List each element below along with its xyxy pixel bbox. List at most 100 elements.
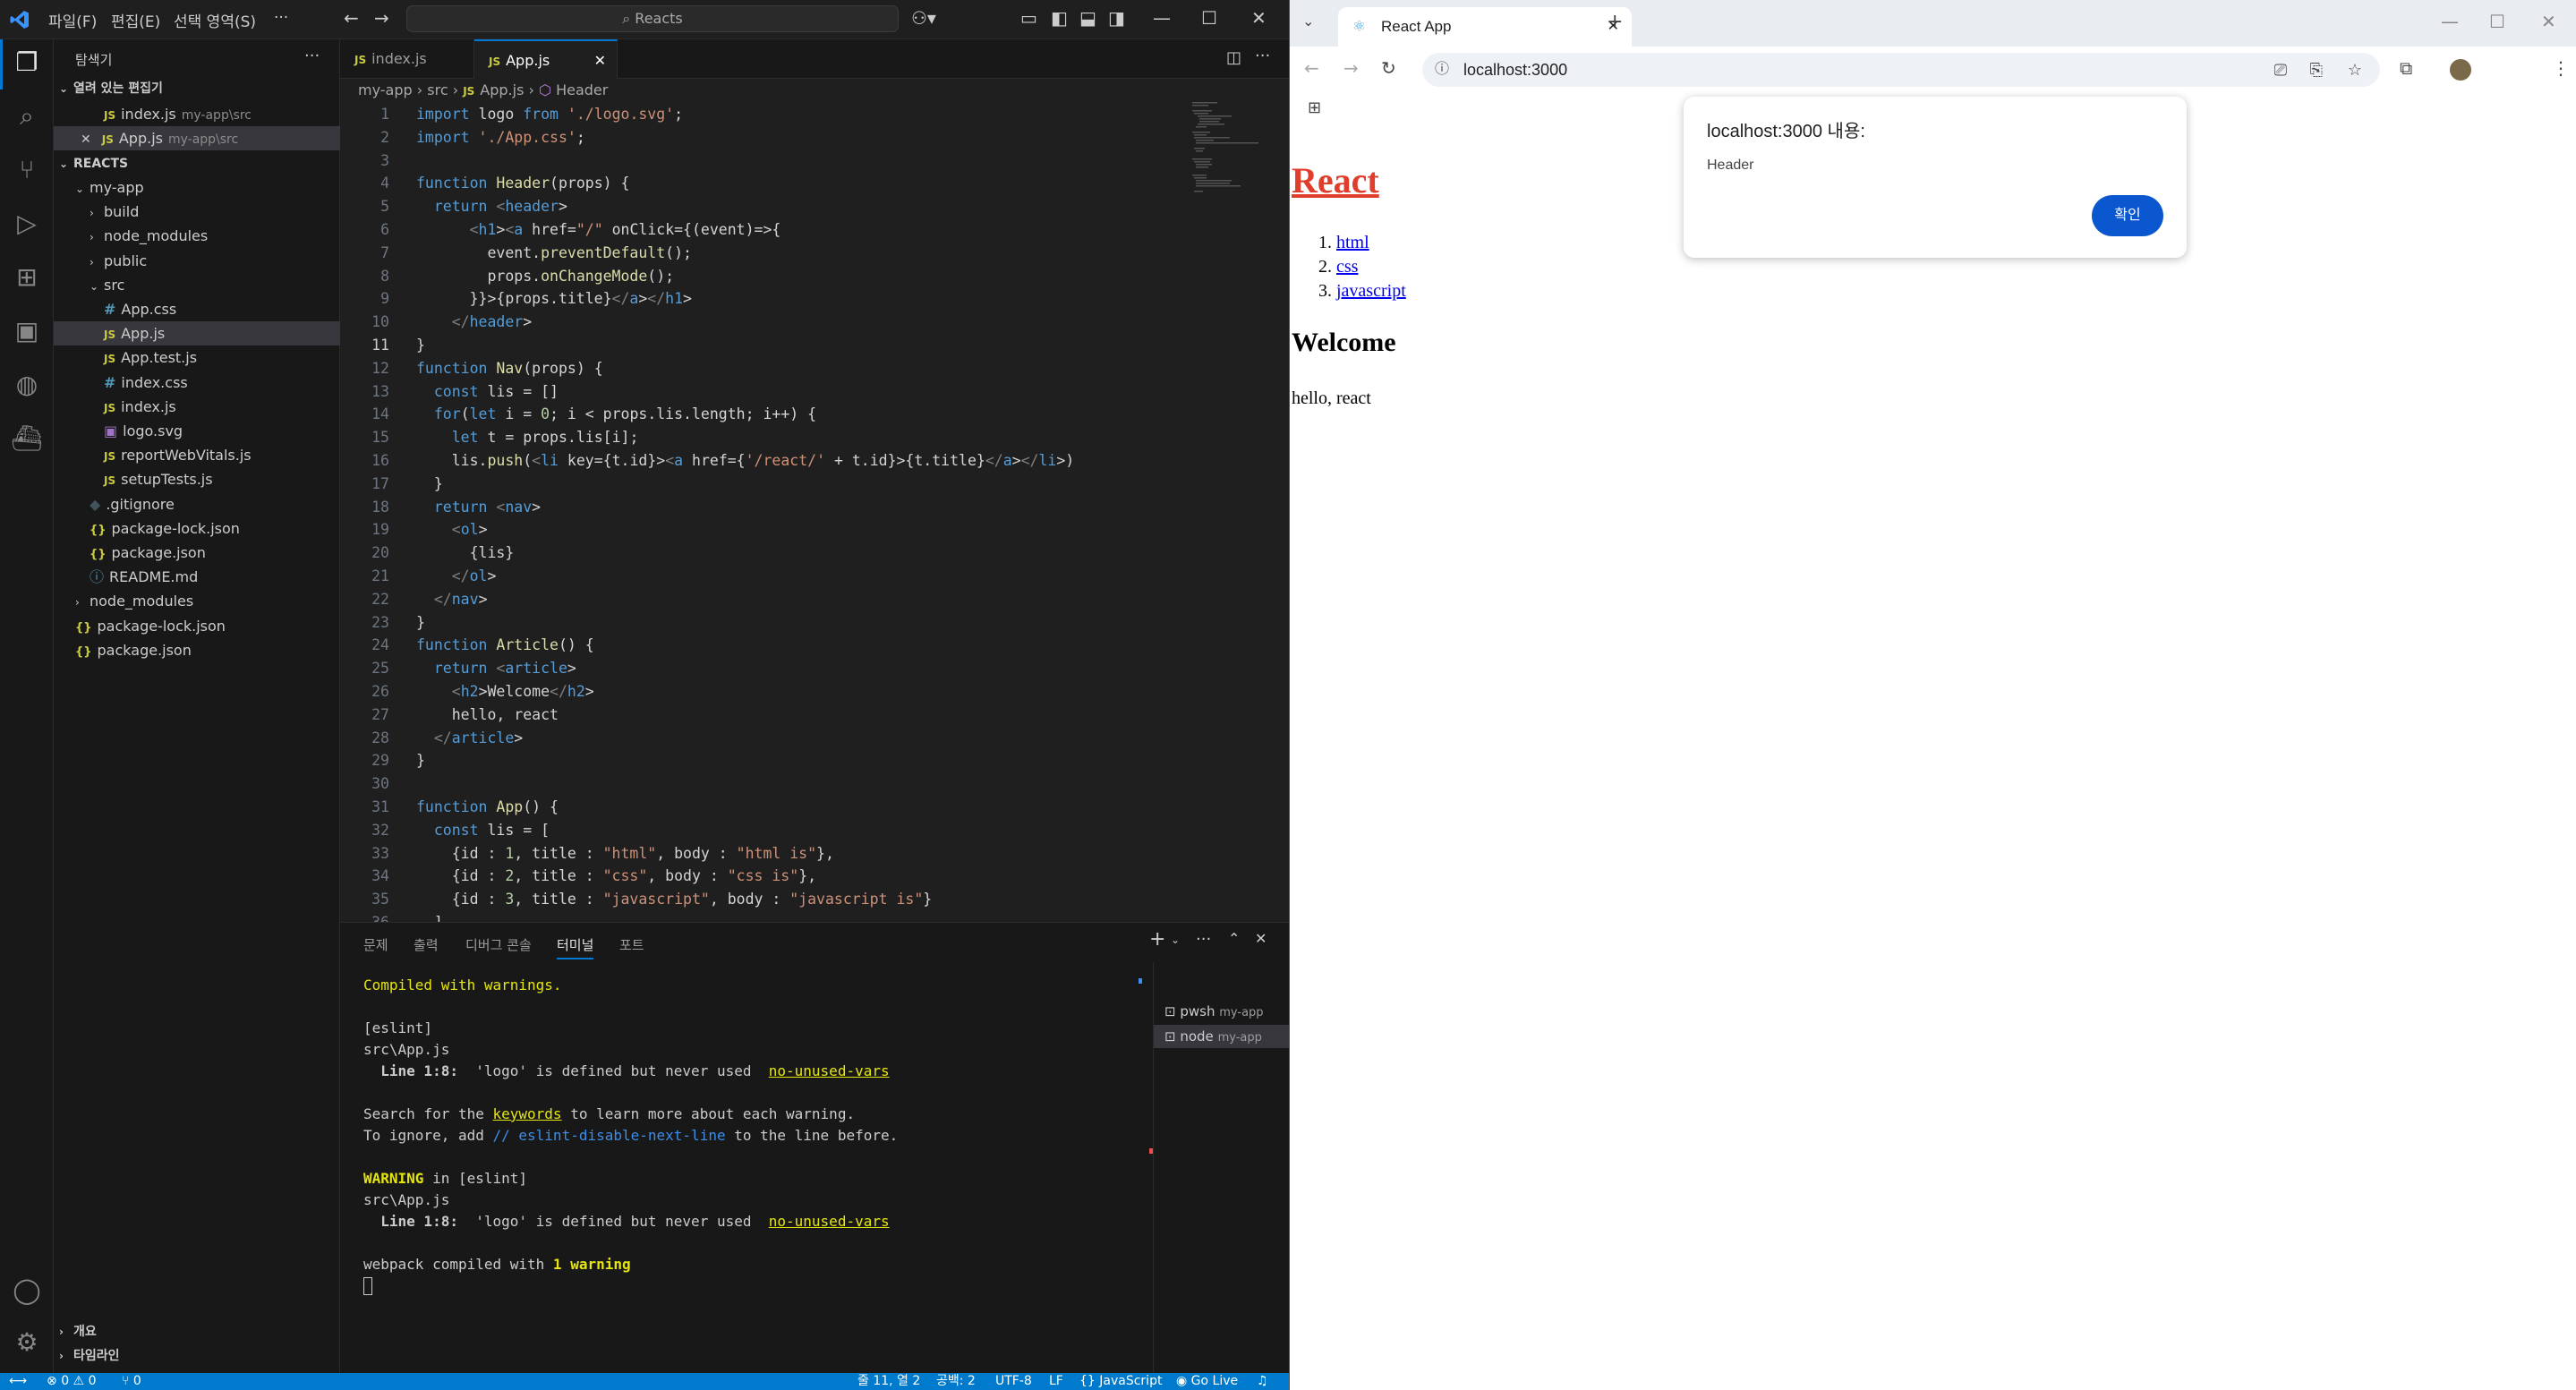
- nav-link-javascript[interactable]: javascript: [1336, 281, 1406, 301]
- line-ending[interactable]: LF: [1049, 1373, 1063, 1390]
- extensions-icon[interactable]: ⧉: [2400, 57, 2412, 79]
- account-icon[interactable]: ◯: [9, 1273, 45, 1309]
- new-tab-icon[interactable]: +: [1607, 11, 1623, 33]
- ok-button[interactable]: 확인: [2092, 195, 2163, 236]
- code-editor[interactable]: 1 import logo from './logo.svg'; 2 import '…: [340, 102, 1289, 922]
- breadcrumb-item[interactable]: src: [427, 81, 448, 98]
- tab-search-icon[interactable]: ⌄: [1302, 13, 1314, 30]
- nav-link-html[interactable]: html: [1336, 233, 1369, 252]
- new-terminal-icon[interactable]: +: [1149, 928, 1165, 951]
- problems-status[interactable]: ⊗ 0 ⚠ 0: [47, 1373, 96, 1390]
- breadcrumb-item[interactable]: Header: [556, 81, 608, 98]
- toggle-secondary-sidebar-icon[interactable]: ◨: [1108, 7, 1125, 29]
- timeline-header[interactable]: › 타임라인: [54, 1344, 340, 1369]
- copilot-icon[interactable]: ⚇▾: [911, 7, 936, 29]
- minimize-icon[interactable]: —: [2441, 11, 2459, 32]
- install-app-icon[interactable]: ⎚: [2274, 53, 2287, 87]
- chevron-down-icon[interactable]: ⌄: [1171, 934, 1180, 946]
- tree-item[interactable]: {} package-lock.json: [54, 614, 340, 638]
- terminal-item[interactable]: ⊡ node my-app: [1154, 1025, 1289, 1048]
- chrome-menu-icon[interactable]: ⋮: [2552, 57, 2570, 79]
- tab-ports[interactable]: 포트: [619, 935, 644, 954]
- tree-item[interactable]: {} package.json: [54, 541, 340, 565]
- tree-item[interactable]: # App.css: [54, 297, 340, 321]
- forward-arrow-icon[interactable]: →: [1343, 57, 1359, 79]
- tree-item[interactable]: JS reportWebVitals.js: [54, 443, 340, 467]
- maximize-panel-icon[interactable]: ⌃: [1228, 930, 1240, 947]
- forward-arrow-icon[interactable]: →: [374, 7, 389, 29]
- extensions-icon[interactable]: ⊞: [9, 260, 45, 295]
- minimap[interactable]: [1190, 100, 1262, 199]
- browser-tab[interactable]: ⚛ React App ✕: [1338, 7, 1632, 47]
- tree-item[interactable]: ◆ .gitignore: [54, 492, 340, 516]
- close-window-icon[interactable]: ✕: [1251, 7, 1267, 29]
- source-control-icon[interactable]: ⑂: [9, 152, 45, 188]
- cursor-position[interactable]: 줄 11, 열 2: [857, 1373, 920, 1390]
- go-live[interactable]: ◉ Go Live: [1176, 1373, 1238, 1390]
- translate-icon[interactable]: ⎘: [2310, 53, 2323, 87]
- tree-item[interactable]: ⌄ my-app: [54, 175, 340, 200]
- avatar[interactable]: [2450, 59, 2471, 81]
- tree-item[interactable]: JS App.test.js: [54, 345, 340, 370]
- tab-problems[interactable]: 문제: [363, 935, 388, 954]
- tree-item[interactable]: › public: [54, 249, 340, 273]
- ports-status[interactable]: ⑂ 0: [122, 1373, 141, 1390]
- reload-icon[interactable]: ↻: [1381, 57, 1396, 79]
- tree-item[interactable]: › node_modules: [54, 224, 340, 248]
- tree-item[interactable]: ⌄ src: [54, 273, 340, 297]
- breadcrumb-item[interactable]: my-app: [358, 81, 413, 98]
- tree-item[interactable]: ▣ logo.svg: [54, 419, 340, 443]
- open-editor-item[interactable]: ✕ JS App.js my-app\src: [54, 126, 340, 150]
- tree-item[interactable]: # index.css: [54, 371, 340, 395]
- notifications-bell-icon[interactable]: ♫: [1257, 1373, 1268, 1390]
- indentation[interactable]: 공백: 2: [936, 1373, 976, 1390]
- split-editor-icon[interactable]: ◫: [1226, 48, 1241, 67]
- tree-item[interactable]: › build: [54, 200, 340, 224]
- command-center[interactable]: ⌕ Reacts: [406, 5, 899, 32]
- explorer-icon[interactable]: ❐: [9, 45, 45, 81]
- bookmark-star-icon[interactable]: ☆: [2348, 53, 2362, 87]
- open-editor-item[interactable]: JS index.js my-app\src: [54, 102, 340, 126]
- tree-item[interactable]: JS setupTests.js: [54, 467, 340, 491]
- tab-terminal[interactable]: 터미널: [557, 935, 594, 959]
- remote-icon[interactable]: ⟷: [9, 1373, 27, 1390]
- menu-edit[interactable]: 편집(E): [111, 9, 160, 31]
- close-tab-icon[interactable]: ✕: [594, 41, 606, 81]
- close-panel-icon[interactable]: ✕: [1255, 930, 1267, 947]
- minimize-icon[interactable]: —: [1153, 7, 1171, 29]
- site-info-icon[interactable]: ⓘ: [1435, 53, 1449, 87]
- layout-icon[interactable]: ▭: [1020, 7, 1037, 29]
- python-icon[interactable]: ◍: [9, 367, 45, 403]
- workspace-header[interactable]: ⌄ REACTS: [54, 152, 340, 176]
- toggle-panel-icon[interactable]: ⬓: [1079, 7, 1096, 29]
- encoding[interactable]: UTF-8: [995, 1373, 1032, 1390]
- close-window-icon[interactable]: ✕: [2541, 11, 2556, 32]
- tree-item[interactable]: ⓘ README.md: [54, 565, 340, 589]
- more-actions-icon[interactable]: ···: [1196, 930, 1211, 949]
- back-arrow-icon[interactable]: ←: [344, 7, 359, 29]
- more-actions-icon[interactable]: ···: [304, 47, 320, 65]
- open-editors-header[interactable]: ⌄ 열려 있는 편집기: [54, 77, 340, 101]
- header-link[interactable]: React: [1292, 160, 1379, 200]
- outline-header[interactable]: › 개요: [54, 1320, 340, 1344]
- more-actions-icon[interactable]: ···: [1255, 47, 1270, 65]
- nav-link-css[interactable]: css: [1336, 257, 1358, 277]
- toggle-sidebar-icon[interactable]: ◧: [1051, 7, 1068, 29]
- run-debug-icon[interactable]: ▷: [9, 206, 45, 242]
- close-icon[interactable]: ✕: [81, 132, 91, 147]
- back-arrow-icon[interactable]: ←: [1304, 57, 1319, 79]
- tab-debug-console[interactable]: 디버그 콘솔: [465, 935, 532, 954]
- language-mode[interactable]: {} JavaScript: [1079, 1373, 1162, 1390]
- address-bar[interactable]: ⓘ localhost:3000 ⎚ ⎘ ☆: [1422, 53, 2380, 87]
- tree-item[interactable]: JS index.js: [54, 395, 340, 419]
- menu-more[interactable]: ···: [274, 9, 288, 27]
- tree-item[interactable]: {} package-lock.json: [54, 516, 340, 541]
- tree-item[interactable]: {} package.json: [54, 638, 340, 662]
- maximize-icon[interactable]: ☐: [1201, 7, 1217, 29]
- remote-explorer-icon[interactable]: ▣: [9, 313, 45, 349]
- tab-output[interactable]: 출력: [414, 935, 439, 954]
- breadcrumb-item[interactable]: App.js: [480, 81, 524, 98]
- maximize-icon[interactable]: ☐: [2489, 11, 2505, 32]
- menu-selection[interactable]: 선택 영역(S): [174, 9, 256, 31]
- terminal-item[interactable]: ⊡ pwsh my-app: [1154, 1000, 1289, 1023]
